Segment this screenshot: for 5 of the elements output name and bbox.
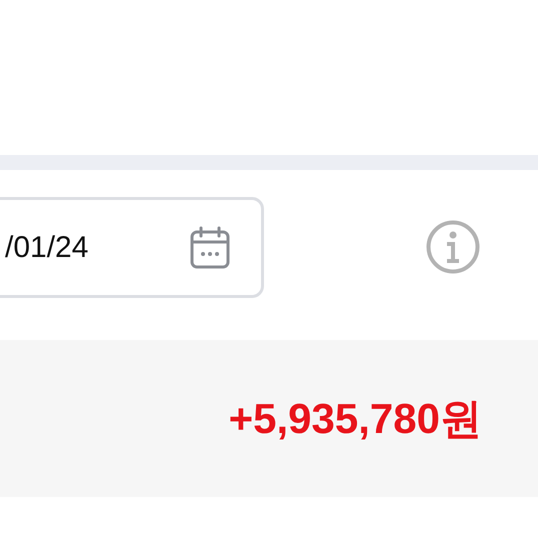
date-field[interactable]: /01/24 <box>0 197 264 298</box>
total-amount: +5,935,780원 <box>228 394 482 444</box>
info-icon[interactable] <box>425 219 481 275</box>
date-value: /01/24 <box>5 230 88 264</box>
calendar-icon[interactable] <box>189 226 231 270</box>
